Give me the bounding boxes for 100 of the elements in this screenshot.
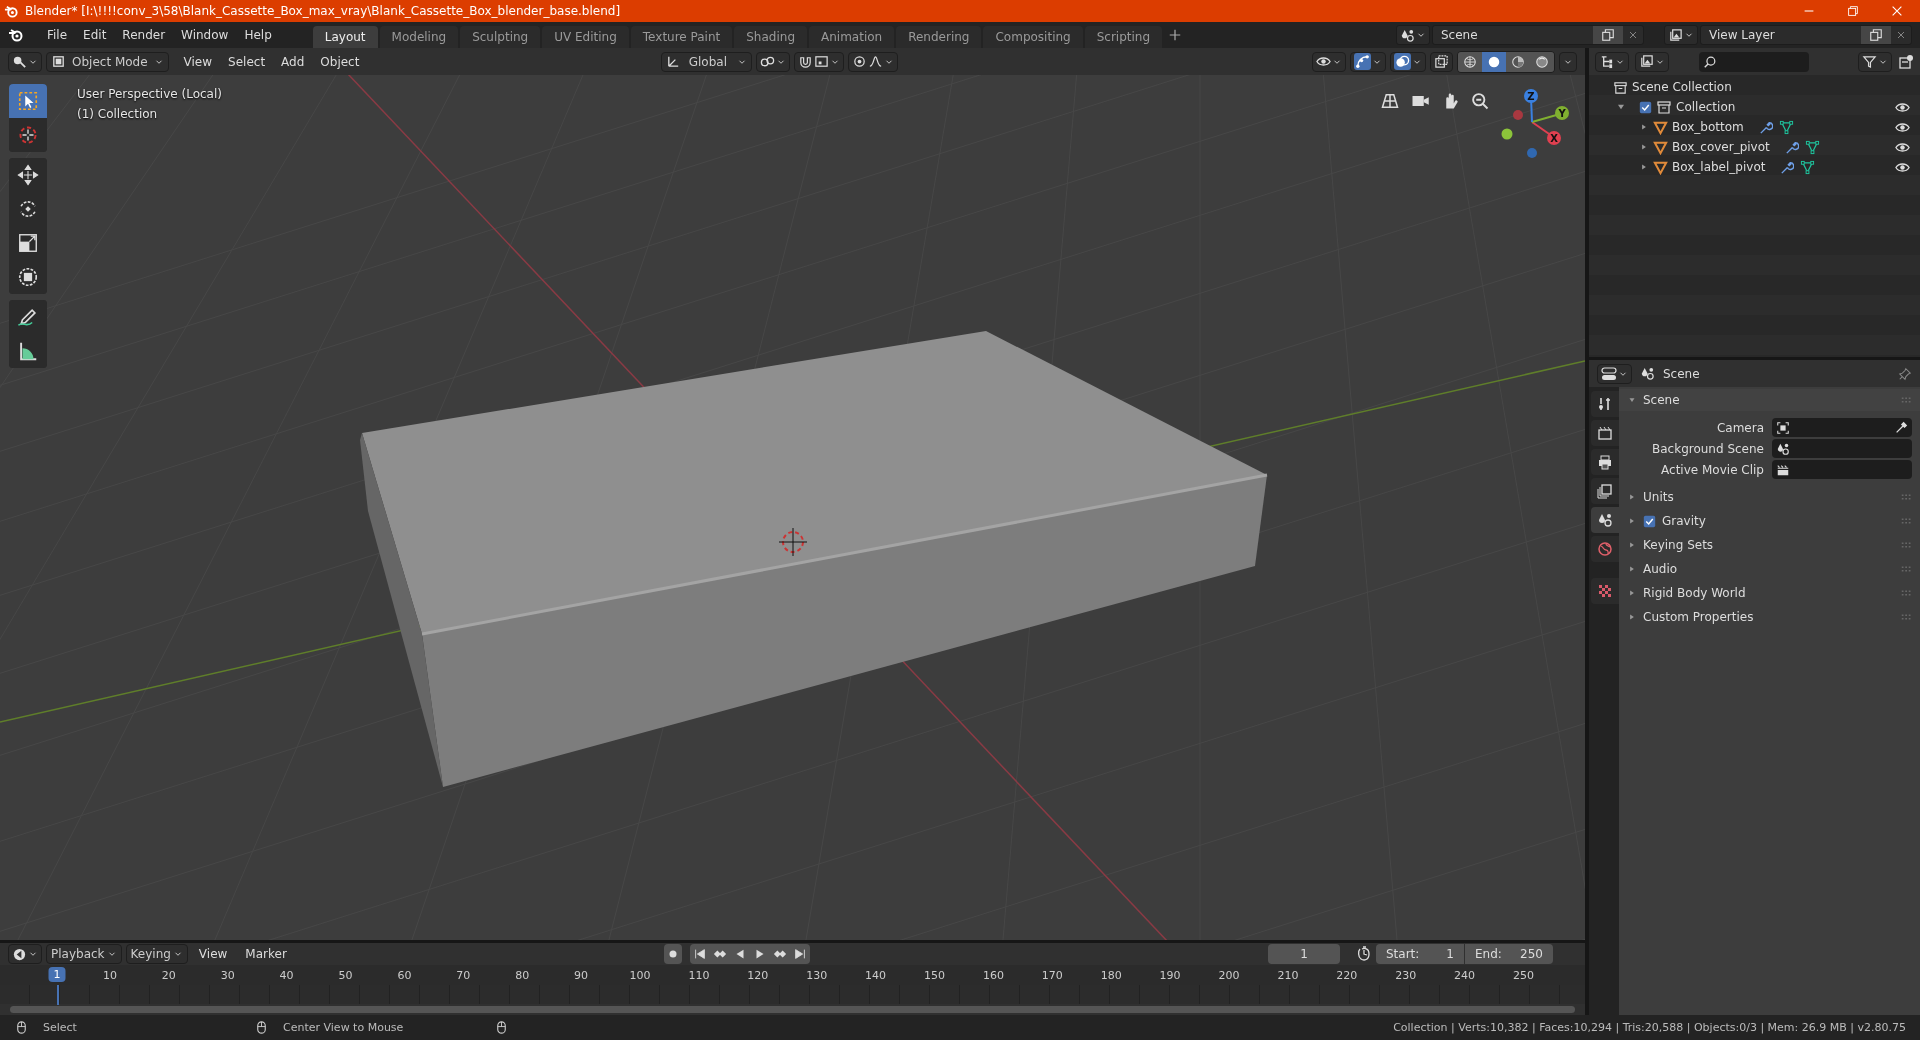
panel-header[interactable]: Scene bbox=[1619, 389, 1920, 411]
workspace-tab[interactable]: Compositing bbox=[983, 26, 1083, 48]
shading-button[interactable] bbox=[1530, 51, 1554, 72]
properties-tab[interactable] bbox=[1591, 478, 1619, 504]
panel-header[interactable]: Audio bbox=[1619, 558, 1920, 580]
menu-item[interactable]: Render bbox=[115, 26, 173, 44]
mode-dropdown[interactable]: Object Mode bbox=[46, 51, 169, 72]
menu-item[interactable]: View bbox=[191, 945, 235, 963]
tree-item[interactable]: Scene Collection bbox=[1632, 80, 1732, 94]
new-collection-icon[interactable] bbox=[1898, 53, 1914, 70]
workspace-tab[interactable]: Rendering bbox=[896, 26, 982, 48]
menu-item[interactable]: Window bbox=[174, 26, 236, 44]
proportional-dropdown[interactable] bbox=[847, 51, 898, 72]
workspace-tab[interactable]: Layout bbox=[312, 26, 378, 48]
editor-type-button[interactable] bbox=[8, 51, 42, 72]
stopwatch-icon[interactable] bbox=[1356, 946, 1372, 962]
workspace-tab[interactable]: Texture Paint bbox=[630, 26, 733, 48]
pivot-dropdown[interactable] bbox=[755, 51, 790, 72]
grid-icon[interactable] bbox=[1380, 91, 1400, 111]
copy-icon[interactable] bbox=[1601, 28, 1615, 42]
menu-item[interactable]: Add bbox=[274, 52, 312, 71]
editor-type-button[interactable] bbox=[1597, 363, 1632, 384]
visibility-dropdown[interactable] bbox=[1312, 51, 1346, 72]
gizmo-toggle[interactable] bbox=[1350, 51, 1386, 72]
shading-button[interactable] bbox=[1458, 51, 1482, 72]
tree-item[interactable]: Box_cover_pivot bbox=[1672, 140, 1770, 154]
end-frame-field[interactable]: End: 250 bbox=[1465, 944, 1553, 964]
close-icon[interactable] bbox=[1890, 4, 1904, 18]
workspace-tab[interactable]: Shading bbox=[734, 26, 807, 48]
app-logo-icon[interactable] bbox=[8, 27, 24, 43]
shading-button[interactable] bbox=[1482, 51, 1506, 72]
workspace-tab[interactable]: Sculpting bbox=[460, 26, 541, 48]
filter-button[interactable] bbox=[1858, 51, 1892, 72]
view-layer-field[interactable]: View Layer bbox=[1700, 25, 1912, 45]
camera-field[interactable] bbox=[1772, 418, 1912, 437]
current-frame-field[interactable]: 1 bbox=[1268, 944, 1340, 964]
restore-icon[interactable] bbox=[1846, 4, 1860, 18]
menu-item[interactable]: Object bbox=[313, 52, 367, 71]
workspace-tab[interactable]: UV Editing bbox=[542, 26, 629, 48]
scene-field[interactable]: Scene bbox=[1432, 25, 1644, 45]
clear-icon[interactable] bbox=[1895, 29, 1907, 41]
view-layer-selector[interactable] bbox=[1664, 25, 1698, 45]
menu-dropdown[interactable]: Keying bbox=[125, 944, 188, 964]
checkbox-icon[interactable] bbox=[1639, 100, 1652, 114]
properties-tab[interactable] bbox=[1591, 449, 1619, 475]
panel-header[interactable]: Units bbox=[1619, 486, 1920, 508]
menu-item[interactable]: Edit bbox=[76, 26, 114, 44]
workspace-tab[interactable]: Animation bbox=[809, 26, 895, 48]
workspace-tab[interactable]: Modeling bbox=[379, 26, 459, 48]
overlay-toggle-state[interactable] bbox=[1394, 53, 1411, 70]
panel-header[interactable]: Custom Properties bbox=[1619, 606, 1920, 628]
snap-dropdown[interactable] bbox=[793, 51, 844, 72]
tool-button[interactable] bbox=[9, 84, 47, 118]
checkbox-icon[interactable] bbox=[1643, 514, 1656, 528]
scene-selector[interactable] bbox=[1396, 25, 1430, 45]
properties-tab[interactable] bbox=[1591, 391, 1619, 417]
search-field[interactable] bbox=[1699, 51, 1809, 72]
copy-icon[interactable] bbox=[1869, 28, 1883, 42]
workspace-tab[interactable]: Scripting bbox=[1084, 26, 1163, 48]
panel-header[interactable]: Rigid Body World bbox=[1619, 582, 1920, 604]
eyedropper-icon[interactable] bbox=[1894, 420, 1908, 435]
clear-icon[interactable] bbox=[1627, 29, 1639, 41]
menu-item[interactable]: File bbox=[40, 26, 75, 44]
clip-field[interactable] bbox=[1772, 460, 1912, 479]
image-stack-icon bbox=[1639, 54, 1654, 69]
gizmo-toggle-state[interactable] bbox=[1354, 53, 1371, 70]
scrollbar[interactable] bbox=[10, 1005, 1575, 1013]
properties-tab[interactable] bbox=[1591, 507, 1619, 533]
overlay-toggle[interactable] bbox=[1390, 51, 1426, 72]
navigation-gizmo-drawing[interactable] bbox=[1501, 89, 1569, 158]
pencil-icon bbox=[17, 306, 39, 328]
menu-item[interactable]: Select bbox=[221, 52, 273, 71]
panel-header[interactable]: Keying Sets bbox=[1619, 534, 1920, 556]
jump-end-icon[interactable] bbox=[793, 947, 807, 961]
zoom-icon[interactable] bbox=[1470, 91, 1490, 111]
pin-icon[interactable] bbox=[1898, 366, 1912, 381]
display-mode-button[interactable] bbox=[1635, 51, 1669, 72]
tree-item[interactable]: Box_label_pivot bbox=[1672, 160, 1766, 174]
shading-button[interactable] bbox=[1506, 51, 1530, 72]
record-button[interactable] bbox=[664, 944, 682, 964]
menu-item[interactable]: Marker bbox=[238, 945, 294, 963]
clapperboard-icon bbox=[1776, 462, 1790, 477]
panel-header[interactable]: Gravity bbox=[1619, 510, 1920, 532]
editor-type-button[interactable] bbox=[1595, 51, 1629, 72]
jump-start-icon[interactable] bbox=[693, 947, 707, 961]
tree-item[interactable]: Box_bottom bbox=[1672, 120, 1744, 134]
shading-switcher[interactable] bbox=[1457, 50, 1555, 73]
properties-tab[interactable] bbox=[1591, 420, 1619, 446]
start-frame-field[interactable]: Start: 1 bbox=[1376, 944, 1464, 964]
tree-item[interactable]: Collection bbox=[1676, 100, 1736, 114]
menu-dropdown[interactable]: Playback bbox=[46, 944, 122, 964]
field-label: Camera bbox=[1715, 420, 1764, 435]
editor-type-button[interactable] bbox=[8, 944, 42, 964]
menu-item[interactable]: View bbox=[176, 52, 220, 71]
orientation-dropdown[interactable]: Global bbox=[660, 51, 752, 72]
xray-toggle[interactable] bbox=[1430, 51, 1453, 72]
menu-item[interactable]: Help bbox=[237, 26, 279, 44]
plus-icon[interactable] bbox=[1168, 28, 1183, 42]
scene-field[interactable] bbox=[1772, 439, 1912, 458]
playhead[interactable]: 1 bbox=[48, 967, 66, 983]
